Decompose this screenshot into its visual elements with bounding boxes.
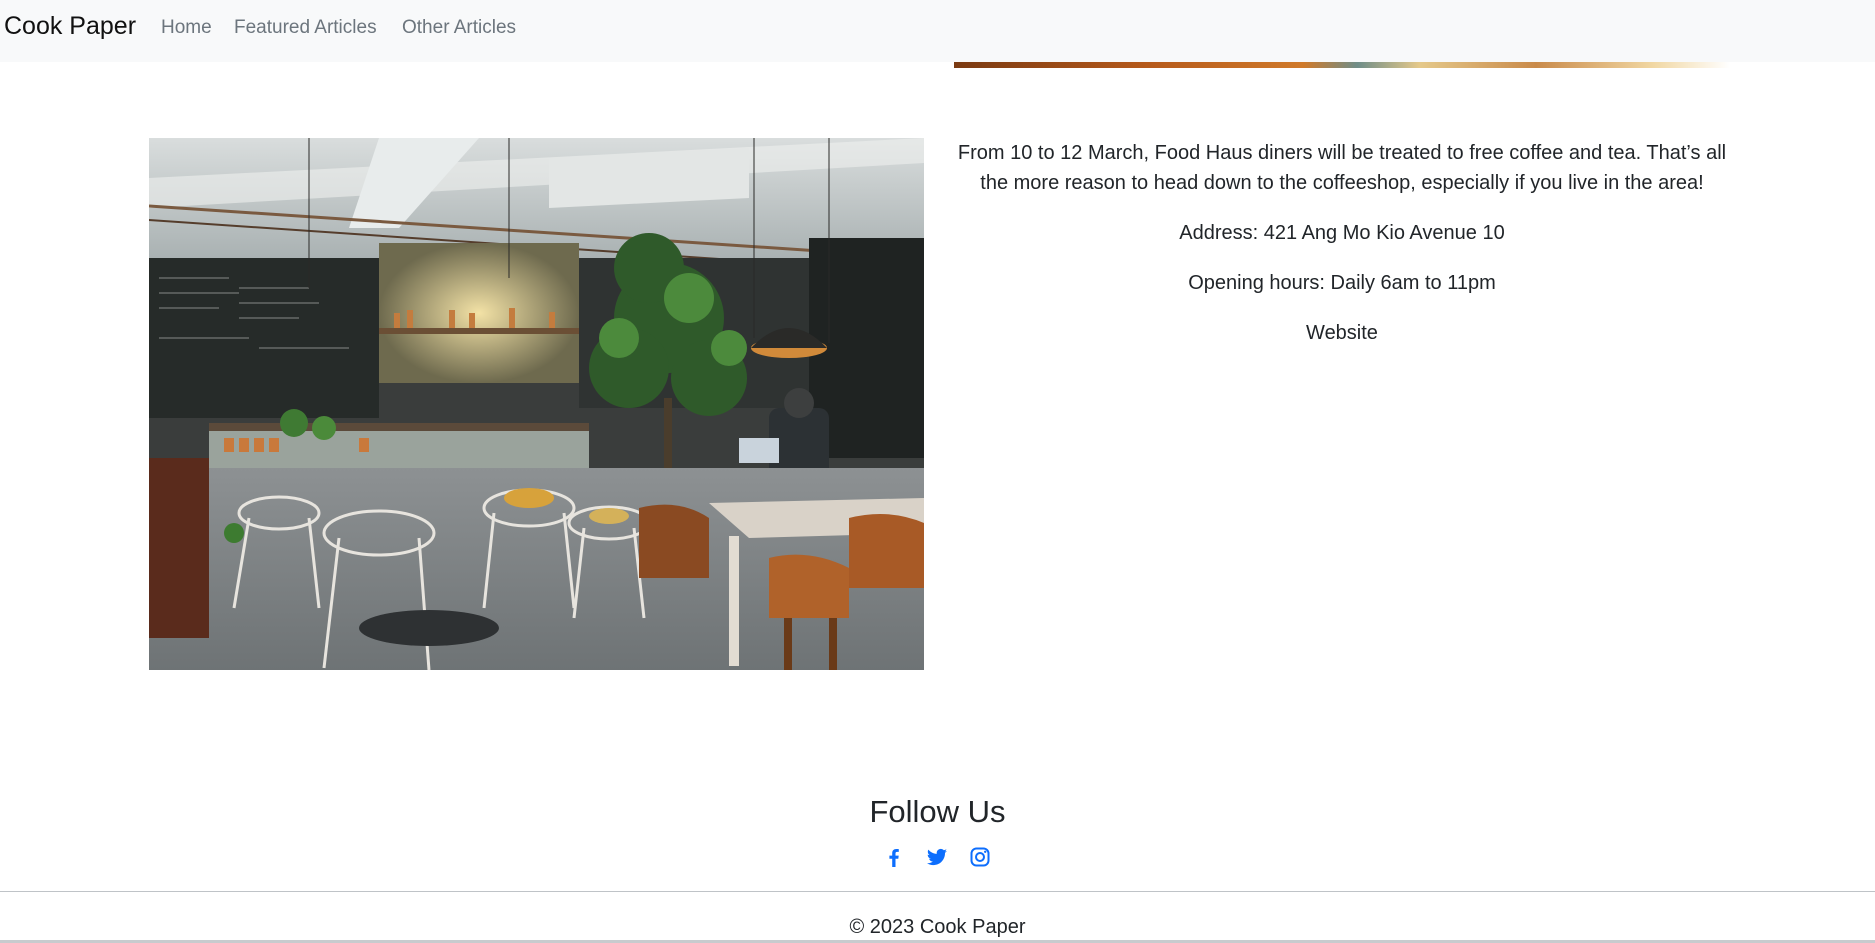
twitter-icon[interactable] [925, 845, 949, 869]
footer-divider [0, 891, 1875, 892]
navbar: Cook Paper Home Featured Articles Other … [0, 0, 1875, 62]
facebook-icon[interactable] [882, 845, 906, 869]
nav-link-other-articles[interactable]: Other Articles [402, 17, 516, 39]
nav-link-featured-articles[interactable]: Featured Articles [234, 17, 377, 39]
previous-article-image-edge [954, 62, 1730, 68]
cafe-interior-photo [149, 138, 924, 670]
article-intro: From 10 to 12 March, Food Haus diners wi… [957, 142, 1727, 194]
follow-us-heading: Follow Us [869, 794, 1006, 829]
nav-link-home[interactable]: Home [161, 17, 212, 39]
article-address: Address: 421 Ang Mo Kio Avenue 10 [1179, 222, 1505, 244]
website-link[interactable]: Website [1306, 322, 1378, 344]
copyright-text: © 2023 Cook Paper [849, 916, 1026, 938]
article-details: From 10 to 12 March, Food Haus diners wi… [954, 138, 1730, 368]
article-opening-hours: Opening hours: Daily 6am to 11pm [1188, 272, 1496, 294]
instagram-icon[interactable] [968, 845, 992, 869]
brand-link[interactable]: Cook Paper [4, 12, 136, 41]
